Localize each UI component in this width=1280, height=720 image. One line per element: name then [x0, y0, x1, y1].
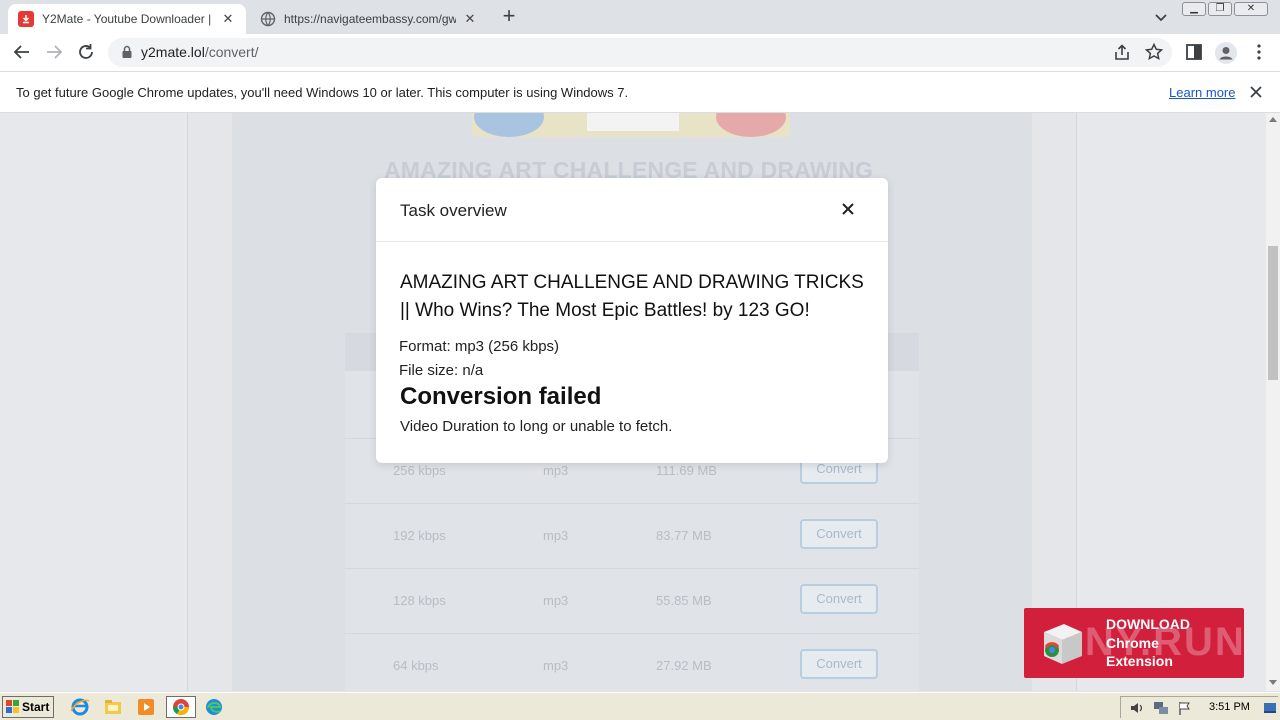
- learn-more-link[interactable]: Learn more: [1169, 85, 1235, 100]
- start-label: Start: [22, 700, 50, 714]
- close-tab-icon[interactable]: ✕: [220, 11, 236, 27]
- close-tab-icon[interactable]: ✕: [462, 11, 478, 27]
- globe-icon: [260, 11, 276, 27]
- tab-search-chevron-icon[interactable]: [1152, 8, 1170, 26]
- address-bar[interactable]: y2mate.lol/convert/: [108, 38, 1172, 67]
- restore-button[interactable]: ❐: [1208, 2, 1232, 16]
- convert-button[interactable]: Convert: [800, 584, 878, 614]
- windows-logo-icon: [6, 700, 20, 714]
- type-cell: mp3: [543, 528, 569, 543]
- modal-title: Task overview: [400, 201, 507, 220]
- failure-reason: Video Duration to long or unable to fetc…: [400, 418, 673, 435]
- browser-toolbar: y2mate.lol/convert/: [0, 34, 1280, 71]
- start-button[interactable]: Start: [2, 696, 54, 718]
- network-icon[interactable]: [1153, 700, 1169, 716]
- file-explorer-icon[interactable]: [101, 696, 125, 718]
- media-player-icon[interactable]: [134, 696, 158, 718]
- size-cell: 111.69 MB: [656, 463, 717, 478]
- edge-icon[interactable]: [202, 696, 226, 718]
- tab-title: Y2Mate - Youtube Downloader | Download: [42, 12, 214, 26]
- forward-button[interactable]: [43, 41, 65, 63]
- quality-cell: 192 kbps: [393, 528, 446, 543]
- lock-icon[interactable]: [120, 45, 134, 59]
- close-infobar-icon[interactable]: [1248, 84, 1264, 100]
- type-cell: mp3: [543, 463, 569, 478]
- tab-y2mate[interactable]: Y2Mate - Youtube Downloader | Download ✕: [8, 4, 246, 34]
- chrome-taskbar-icon[interactable]: [166, 696, 196, 718]
- convert-button[interactable]: Convert: [800, 649, 878, 679]
- tab-title: https://navigateembassy.com/gwq8: [284, 12, 456, 26]
- conversion-status: Conversion failed: [400, 383, 602, 410]
- update-infobar: To get future Google Chrome updates, you…: [0, 71, 1280, 113]
- close-modal-icon[interactable]: [840, 201, 856, 217]
- profile-avatar[interactable]: [1214, 41, 1238, 65]
- video-title: AMAZING ART CHALLENGE AND DRAWING TRICKS…: [400, 272, 864, 321]
- system-tray: 3:51 PM: [1120, 696, 1278, 718]
- banner-line-3: Extension: [1106, 653, 1173, 669]
- banner-line-1: DOWNLOAD: [1106, 616, 1190, 632]
- quality-cell: 128 kbps: [393, 593, 446, 608]
- taskbar-clock: 3:51 PM: [1209, 701, 1250, 713]
- scroll-up-arrow-icon[interactable]: [1269, 117, 1277, 122]
- share-icon[interactable]: [1112, 43, 1132, 63]
- vertical-scrollbar[interactable]: [1266, 113, 1280, 691]
- scroll-thumb[interactable]: [1268, 246, 1278, 380]
- close-window-button[interactable]: ✕: [1234, 2, 1268, 16]
- task-overview-modal: Task overview AMAZING ART CHALLENGE AND …: [376, 178, 888, 463]
- size-cell: 27.92 MB: [656, 658, 712, 673]
- url-text: y2mate.lol/convert/: [141, 44, 259, 60]
- modal-header: Task overview: [376, 178, 888, 242]
- convert-button[interactable]: Convert: [800, 519, 878, 549]
- action-center-flag-icon[interactable]: [1177, 700, 1193, 716]
- tab-strip: Y2Mate - Youtube Downloader | Download ✕…: [0, 0, 1280, 34]
- download-extension-banner[interactable]: ANY.RUN DOWNLOAD Chrome Extension: [1024, 608, 1244, 678]
- reload-button[interactable]: [75, 41, 97, 63]
- table-row: 64 kbps mp3 27.92 MB Convert: [345, 633, 919, 691]
- scroll-down-arrow-icon[interactable]: [1269, 680, 1277, 685]
- type-cell: mp3: [543, 658, 569, 673]
- file-size-text: File size: n/a: [399, 362, 484, 379]
- banner-line-2: Chrome: [1106, 635, 1159, 651]
- menu-kebab-icon[interactable]: [1249, 42, 1269, 62]
- side-panel-icon[interactable]: [1184, 42, 1204, 62]
- y2mate-icon: [18, 11, 34, 27]
- size-cell: 55.85 MB: [656, 593, 712, 608]
- table-row: 192 kbps mp3 83.77 MB Convert: [345, 503, 919, 568]
- back-button[interactable]: [11, 41, 33, 63]
- tab-navigateembassy[interactable]: https://navigateembassy.com/gwq8 ✕: [250, 4, 488, 34]
- new-tab-button[interactable]: +: [498, 5, 520, 28]
- table-row: 128 kbps mp3 55.85 MB Convert: [345, 568, 919, 633]
- minimize-button[interactable]: ▁: [1182, 2, 1206, 16]
- bookmark-star-icon[interactable]: [1144, 42, 1164, 62]
- internet-explorer-icon[interactable]: [68, 696, 92, 718]
- quality-cell: 64 kbps: [393, 658, 439, 673]
- size-cell: 83.77 MB: [656, 528, 712, 543]
- format-text: Format: mp3 (256 kbps): [399, 338, 560, 355]
- show-desktop-icon[interactable]: [1263, 700, 1279, 716]
- type-cell: mp3: [543, 593, 569, 608]
- quality-cell: 256 kbps: [393, 463, 446, 478]
- chrome-extension-box-icon: [1038, 618, 1086, 668]
- video-thumbnail: [472, 113, 790, 137]
- volume-icon[interactable]: [1129, 700, 1145, 716]
- infobar-message: To get future Google Chrome updates, you…: [16, 85, 629, 100]
- windows-taskbar: Start 3:51 PM: [0, 692, 1280, 720]
